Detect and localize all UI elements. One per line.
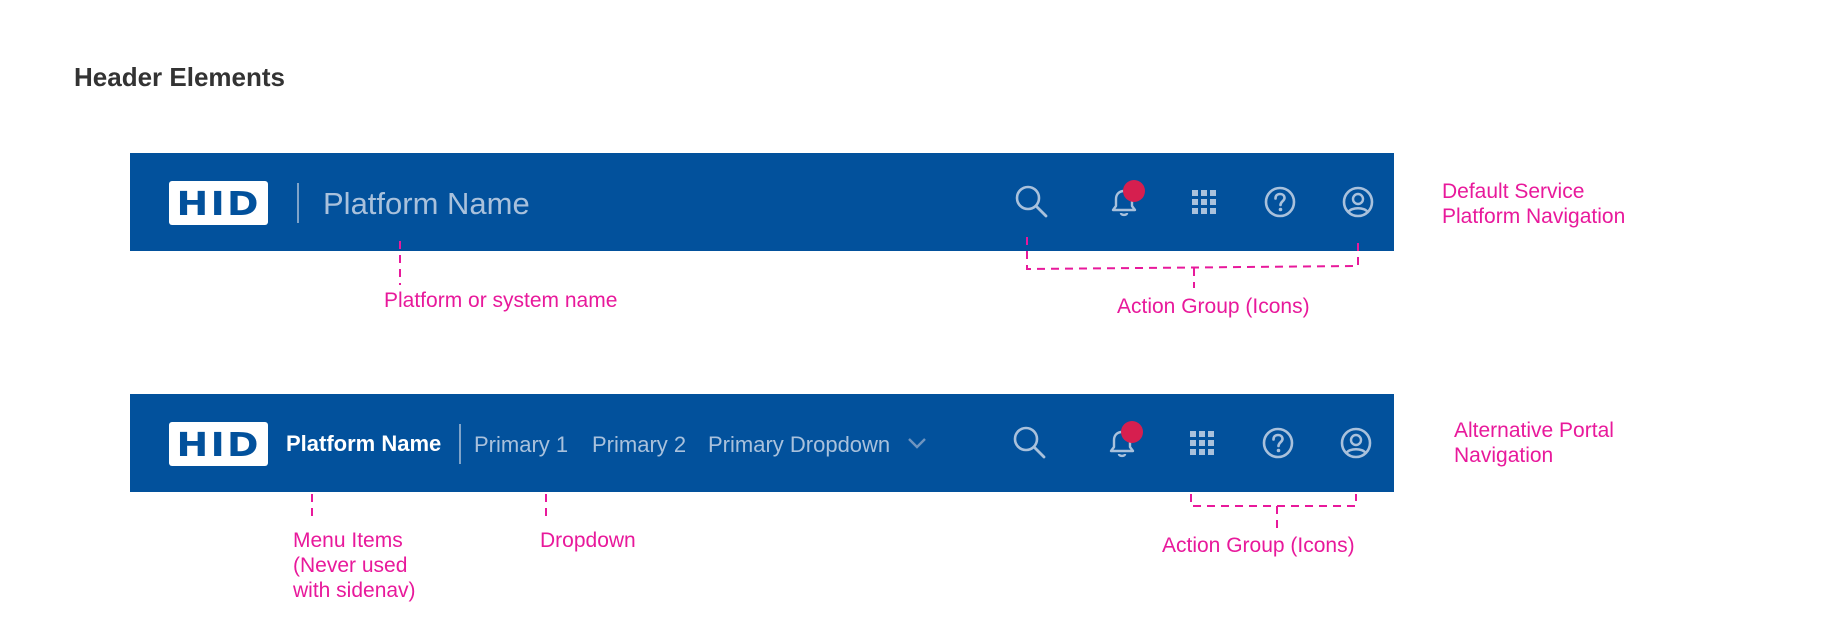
default-nav-label-line2: Platform Navigation [1442,205,1626,228]
user-icon[interactable] [1338,182,1378,222]
nav-item-primary-2[interactable]: Primary 2 [592,432,686,458]
nav-item-primary-1[interactable]: Primary 1 [474,432,568,458]
chevron-down-icon[interactable] [906,433,928,453]
alt-nav-label-line2: Navigation [1454,444,1554,467]
search-icon[interactable] [1012,182,1052,222]
apps-grid-icon[interactable] [1182,423,1222,463]
notification-badge [1123,180,1145,202]
nav-item-primary-dropdown[interactable]: Primary Dropdown [708,432,890,458]
hid-logo[interactable]: HID [169,181,268,225]
annotation-dropdown: Dropdown [540,529,636,552]
apps-grid-icon[interactable] [1184,182,1224,222]
help-icon[interactable] [1258,423,1298,463]
user-icon[interactable] [1336,423,1376,463]
default-nav-label-line1: Default Service [1442,180,1585,203]
annotation-guides [311,237,1359,528]
annotation-menu-items: Menu Items (Never used with sidenav) [293,528,416,603]
logo-text: HID [176,183,261,223]
logo-text: HID [176,424,261,464]
annotation-menu-line1: Menu Items [293,529,403,552]
header-divider [459,424,461,464]
header-divider [297,183,299,223]
annotation-menu-line3: with sidenav) [293,579,416,602]
annotation-action-group-alt: Action Group (Icons) [1162,534,1355,557]
platform-name[interactable]: Platform Name [286,431,441,457]
alt-nav-label-line1: Alternative Portal [1454,419,1614,442]
annotation-platform-name: Platform or system name [384,289,618,312]
help-icon[interactable] [1260,182,1300,222]
default-header-bar: HID Platform Name [130,153,1394,251]
notification-badge [1121,421,1143,443]
default-nav-label: Default Service Platform Navigation [1442,179,1625,229]
alt-header-bar: HID Platform Name Primary 1 Primary 2 Pr… [130,394,1394,492]
hid-logo[interactable]: HID [169,422,268,466]
page-title: Header Elements [74,62,285,92]
search-icon[interactable] [1010,423,1050,463]
alt-nav-label: Alternative Portal Navigation [1454,418,1614,468]
guide-actions-alt [1190,494,1357,507]
annotation-action-group-default: Action Group (Icons) [1117,295,1310,318]
annotation-menu-line2: (Never used [293,554,408,577]
platform-name[interactable]: Platform Name [323,186,530,222]
